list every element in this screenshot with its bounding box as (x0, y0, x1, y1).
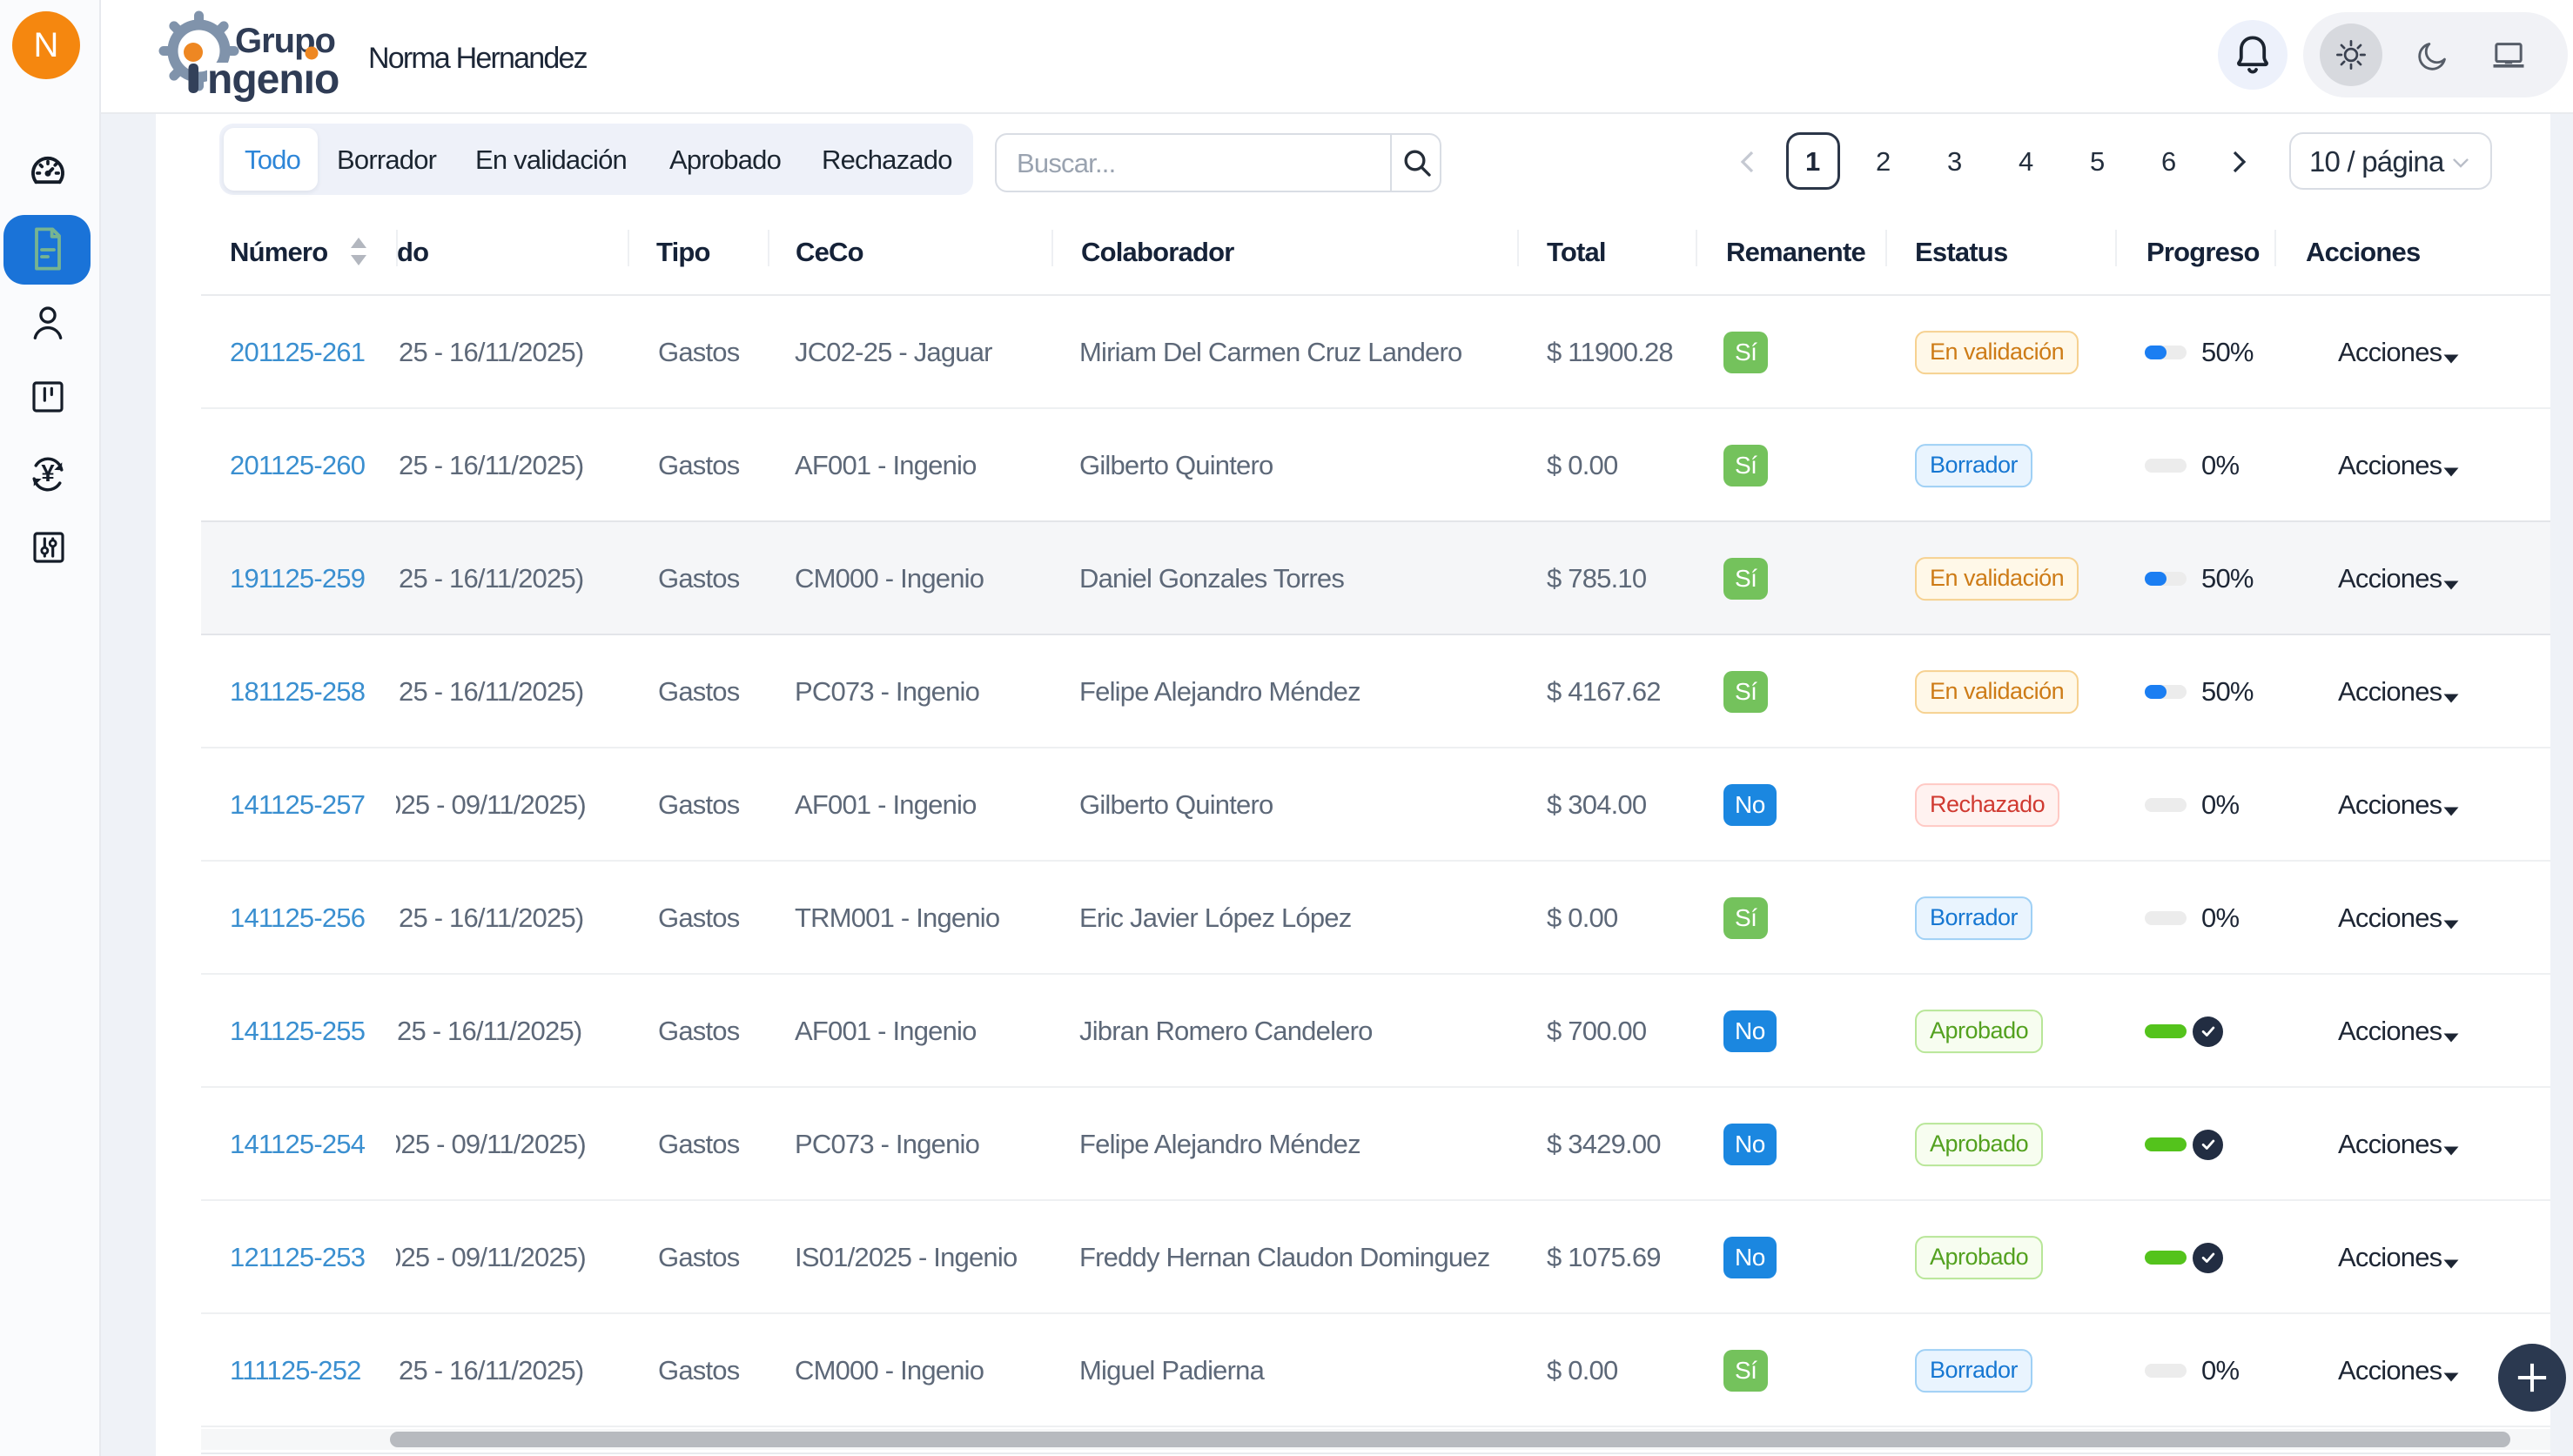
svg-text:¥: ¥ (41, 460, 55, 486)
svg-text:Grupo: Grupo (235, 22, 335, 60)
svg-text:ngenıo: ngenıo (207, 57, 339, 103)
